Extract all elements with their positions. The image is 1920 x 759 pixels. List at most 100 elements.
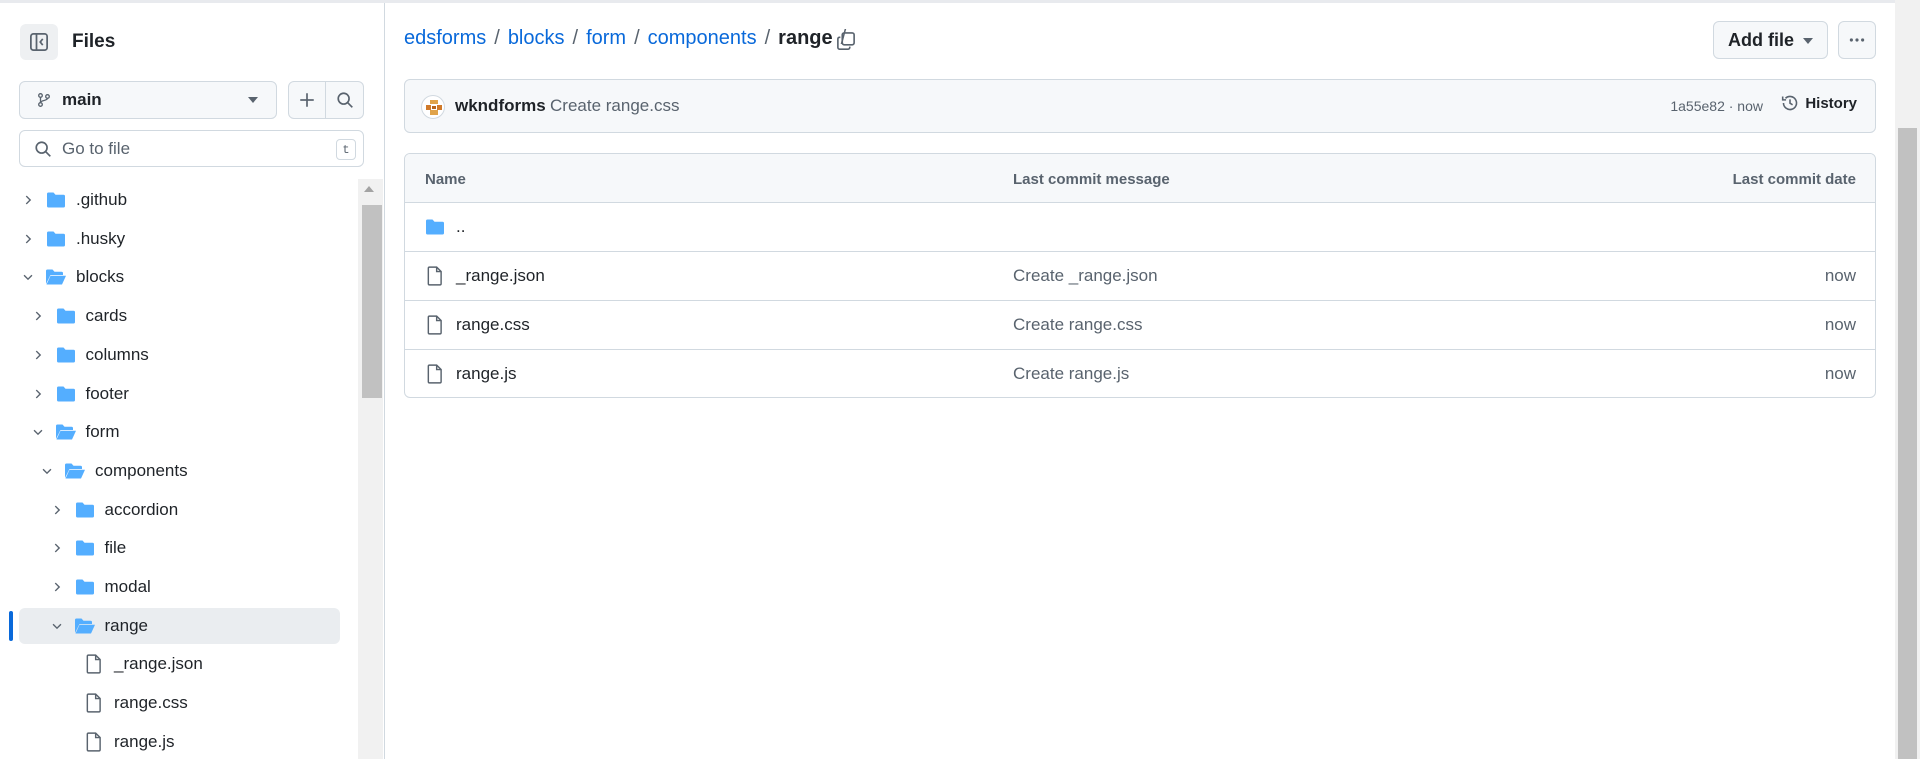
commit-sha-time[interactable]: 1a55e82 · now xyxy=(1670,98,1763,114)
tree-item-range-js[interactable]: range.js xyxy=(19,724,340,759)
chevron-right-icon[interactable] xyxy=(30,308,46,324)
tree-item-label: range.css xyxy=(114,693,188,713)
file-icon xyxy=(83,732,105,752)
copy-icon xyxy=(837,32,855,50)
file-name-link[interactable]: range.css xyxy=(456,315,530,335)
page-scrollbar-thumb[interactable] xyxy=(1898,128,1917,759)
history-button[interactable]: History xyxy=(1781,94,1857,112)
tree-item-form[interactable]: form xyxy=(19,414,340,450)
chevron-right-icon[interactable] xyxy=(30,347,46,363)
tree-item-range-css[interactable]: range.css xyxy=(19,685,340,721)
tree-item-label: footer xyxy=(85,383,129,403)
latest-commit-bar: wkndforms Create range.css 1a55e82 · now… xyxy=(404,79,1876,133)
chevron-down-icon[interactable] xyxy=(39,463,55,479)
tree-item-file[interactable]: file xyxy=(19,530,340,566)
file-commit-message-link[interactable]: Create _range.json xyxy=(1013,266,1158,286)
go-to-file-field[interactable]: t xyxy=(19,130,364,167)
column-header-date: Last commit date xyxy=(1732,171,1856,188)
sidebar-header: Files xyxy=(20,24,115,60)
tree-item-label: .github xyxy=(76,190,128,209)
table-row[interactable]: _range.json Create _range.json now xyxy=(405,252,1875,301)
go-to-file-input[interactable] xyxy=(62,138,312,159)
chevron-down-icon[interactable] xyxy=(30,424,46,440)
file-icon xyxy=(424,315,446,335)
file-table: Name Last commit message Last commit dat… xyxy=(404,153,1876,398)
commit-message[interactable]: Create range.css xyxy=(550,96,679,116)
chevron-right-icon[interactable] xyxy=(20,231,36,247)
breadcrumb-link-form[interactable]: form xyxy=(586,27,626,50)
scroll-up-arrow-icon[interactable] xyxy=(364,186,374,192)
folder-icon xyxy=(424,217,446,237)
chevron-right-icon[interactable] xyxy=(20,192,36,208)
tree-item-modal[interactable]: modal xyxy=(19,569,340,605)
column-header-message: Last commit message xyxy=(1013,171,1170,188)
file-commit-message-link[interactable]: Create range.js xyxy=(1013,364,1129,384)
folder-icon xyxy=(55,384,77,404)
chevron-right-icon[interactable] xyxy=(49,579,65,595)
chevron-right-icon[interactable] xyxy=(30,386,46,402)
keyboard-shortcut-badge: t xyxy=(336,139,356,160)
branch-name: main xyxy=(62,90,102,109)
tree-item-husky[interactable]: .husky xyxy=(19,221,340,257)
sidebar-collapse-button[interactable] xyxy=(20,24,58,60)
identicon-icon xyxy=(426,100,442,115)
plus-icon xyxy=(300,93,314,107)
file-name-link[interactable]: _range.json xyxy=(456,266,545,286)
breadcrumb: edsforms / blocks / form / components / … xyxy=(404,27,854,50)
kebab-horizontal-icon xyxy=(1849,38,1865,42)
folder-icon xyxy=(45,190,67,210)
tree-item-label: form xyxy=(85,422,120,442)
tree-item-columns[interactable]: columns xyxy=(19,337,340,373)
column-header-name: Name xyxy=(425,171,466,188)
chevron-down-icon[interactable] xyxy=(49,618,65,634)
add-file-dropdown-button[interactable]: Add file xyxy=(1713,21,1828,59)
branch-selector[interactable]: main xyxy=(19,81,277,119)
parent-directory-row[interactable]: .. xyxy=(405,203,1875,252)
sidebar-collapse-icon xyxy=(30,33,48,51)
add-file-label: Add file xyxy=(1728,29,1794,50)
more-options-button[interactable] xyxy=(1838,21,1876,59)
page-scrollbar[interactable] xyxy=(1895,0,1920,759)
history-icon xyxy=(1782,95,1798,111)
tree-item-label: components xyxy=(95,460,188,480)
tree-item-label: file xyxy=(104,538,127,558)
folder-icon xyxy=(74,500,96,520)
chevron-right-icon[interactable] xyxy=(49,540,65,556)
tree-item-accordion[interactable]: accordion xyxy=(19,492,340,528)
folder-icon xyxy=(55,345,77,365)
breadcrumb-link-blocks[interactable]: blocks xyxy=(508,27,565,50)
tree-scrollbar-thumb[interactable] xyxy=(362,205,382,398)
copy-path-button[interactable] xyxy=(831,27,861,55)
breadcrumb-link-components[interactable]: components xyxy=(648,27,757,50)
breadcrumb-link-repo[interactable]: edsforms xyxy=(404,27,486,50)
file-commit-message-link[interactable]: Create range.css xyxy=(1013,315,1142,335)
tree-item-label: accordion xyxy=(104,499,179,519)
tree-item-range-json[interactable]: _range.json xyxy=(19,646,340,682)
file-name-link[interactable]: range.js xyxy=(456,364,516,384)
tree-item-range[interactable]: range xyxy=(19,607,340,644)
tree-item-label: blocks xyxy=(76,267,125,287)
tree-item-footer[interactable]: footer xyxy=(19,376,340,412)
tree-item-cards[interactable]: cards xyxy=(19,298,340,334)
file-icon xyxy=(424,364,446,384)
file-icon xyxy=(424,266,446,286)
file-icon xyxy=(83,654,105,675)
folder-open-icon xyxy=(74,616,96,636)
chevron-right-icon[interactable] xyxy=(49,502,65,518)
tree-item-blocks[interactable]: blocks xyxy=(19,259,340,295)
folder-icon xyxy=(55,306,77,326)
search-button[interactable] xyxy=(326,81,364,119)
table-row[interactable]: range.css Create range.css now xyxy=(405,301,1875,350)
file-commit-date: now xyxy=(1824,315,1856,334)
file-table-header: Name Last commit message Last commit dat… xyxy=(405,154,1875,203)
add-file-button[interactable] xyxy=(288,81,326,119)
parent-directory-link[interactable]: .. xyxy=(456,217,465,237)
table-row[interactable]: range.js Create range.js now xyxy=(405,350,1875,397)
tree-item-label: columns xyxy=(85,344,149,364)
tree-item-components[interactable]: components xyxy=(19,453,340,489)
tree-item-github[interactable]: .github xyxy=(19,182,340,218)
breadcrumb-current: range xyxy=(778,27,833,49)
avatar[interactable] xyxy=(421,95,445,119)
commit-author[interactable]: wkndforms xyxy=(455,96,546,116)
chevron-down-icon[interactable] xyxy=(20,269,36,285)
